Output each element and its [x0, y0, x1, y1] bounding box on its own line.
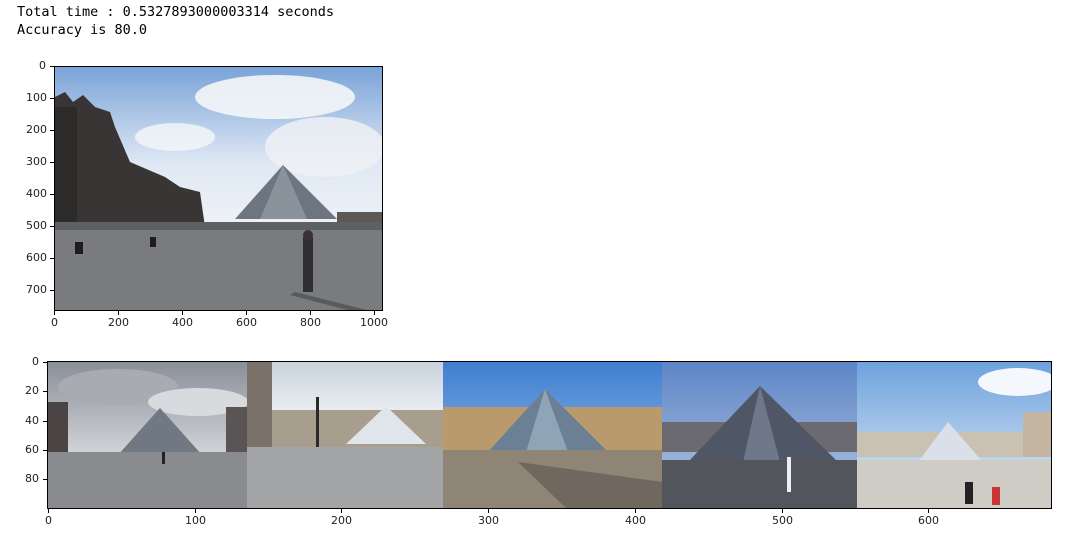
query-ytick-label: 200 — [26, 123, 47, 136]
query-xtick-label: 200 — [108, 316, 129, 329]
output-line-accuracy: Accuracy is 80.0 — [17, 22, 148, 38]
results-xtick-label: 200 — [331, 514, 352, 527]
query-ytick-label: 100 — [26, 91, 47, 104]
query-xtick-mark-600 — [246, 311, 247, 315]
results-ytick-label: 20 — [25, 384, 39, 397]
results-xtick-label: 500 — [772, 514, 793, 527]
query-xtick-label: 400 — [172, 316, 193, 329]
query-ytick-label: 0 — [39, 59, 46, 72]
results-ytick-label: 40 — [25, 414, 39, 427]
query-ytick-label: 400 — [26, 187, 47, 200]
query-xtick-mark-200 — [118, 311, 119, 315]
results-xtick-mark — [782, 509, 783, 513]
results-xtick-label: 400 — [625, 514, 646, 527]
results-xtick-mark — [341, 509, 342, 513]
results-xtick-label: 600 — [918, 514, 939, 527]
output-line-time: Total time : 0.5327893000003314 seconds — [17, 4, 334, 20]
query-ytick-mark — [50, 258, 54, 259]
query-xtick-mark-1000 — [374, 311, 375, 315]
query-image — [55, 67, 382, 310]
query-ytick-mark — [50, 226, 54, 227]
results-ytick-mark — [43, 391, 47, 392]
query-ytick-mark — [50, 162, 54, 163]
results-xtick-label: 100 — [185, 514, 206, 527]
results-ytick-mark — [43, 362, 47, 363]
results-ytick-label: 0 — [32, 355, 39, 368]
results-xtick-mark — [928, 509, 929, 513]
results-xtick-label: 0 — [45, 514, 52, 527]
query-ytick-label: 700 — [26, 283, 47, 296]
results-ytick-label: 80 — [25, 472, 39, 485]
query-ytick-mark — [50, 98, 54, 99]
query-ytick-mark — [50, 290, 54, 291]
result-photo-4 — [662, 362, 857, 508]
query-xtick-label: 800 — [300, 316, 321, 329]
query-ytick-mark — [50, 130, 54, 131]
results-ytick-mark — [43, 421, 47, 422]
results-image-strip — [48, 362, 1051, 508]
results-xtick-mark — [488, 509, 489, 513]
query-xtick-label: 1000 — [360, 316, 388, 329]
results-ytick-mark — [43, 450, 47, 451]
query-ytick-label: 300 — [26, 155, 47, 168]
query-ytick-label: 600 — [26, 251, 47, 264]
result-photo-1 — [48, 362, 248, 508]
query-xtick-label: 600 — [236, 316, 257, 329]
query-ytick-mark — [50, 194, 54, 195]
results-ytick-label: 60 — [25, 443, 39, 456]
results-xtick-mark — [635, 509, 636, 513]
query-xtick-mark-800 — [310, 311, 311, 315]
query-ytick-label: 500 — [26, 219, 47, 232]
query-image-frame — [54, 66, 383, 311]
results-xtick-mark — [48, 509, 49, 513]
results-image-frame — [47, 361, 1052, 509]
results-ytick-mark — [43, 479, 47, 480]
result-photo-3 — [443, 362, 662, 508]
query-ytick-mark — [50, 66, 54, 67]
results-xtick-mark — [195, 509, 196, 513]
query-xtick-label: 0 — [51, 316, 58, 329]
query-xtick-mark-400 — [182, 311, 183, 315]
result-photo-5 — [857, 362, 1051, 508]
query-xtick-mark-0 — [54, 311, 55, 315]
result-photo-2 — [247, 362, 443, 508]
results-xtick-label: 300 — [478, 514, 499, 527]
